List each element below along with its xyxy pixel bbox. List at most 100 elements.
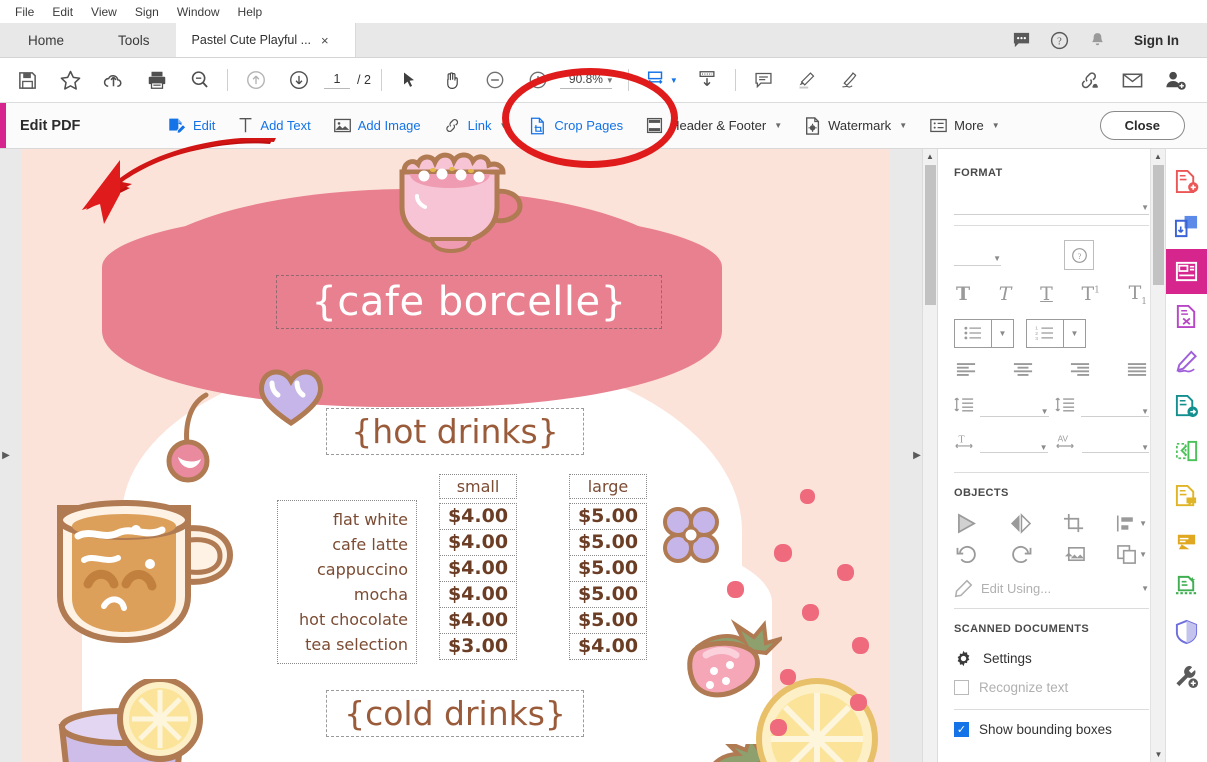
character-spacing-select[interactable]: ▼ bbox=[1081, 433, 1149, 453]
sign-in-button[interactable]: Sign In bbox=[1116, 33, 1193, 48]
rail-item-protect[interactable] bbox=[1166, 609, 1207, 654]
scan-settings-button[interactable]: Settings bbox=[954, 649, 1149, 668]
menu-item-help[interactable]: Help bbox=[229, 3, 272, 21]
zoom-search-icon[interactable] bbox=[178, 58, 221, 102]
viewer-scrollbar[interactable]: ▲ bbox=[922, 149, 937, 762]
arrange-icon[interactable]: ▼ bbox=[1116, 544, 1147, 565]
chevron-down-icon[interactable]: ▼ bbox=[1063, 319, 1085, 347]
save-icon[interactable] bbox=[6, 58, 49, 102]
email-icon[interactable] bbox=[1111, 58, 1154, 102]
tab-document[interactable]: Pastel Cute Playful ... × bbox=[175, 23, 356, 57]
more-button[interactable]: More ▼ bbox=[920, 112, 1009, 139]
format-panel-scrollbar[interactable]: ▲ ▼ bbox=[1150, 149, 1165, 762]
rotate-counterclockwise-icon[interactable] bbox=[956, 544, 979, 565]
link-button[interactable]: Link ▼ bbox=[434, 111, 517, 140]
zoom-out-icon[interactable] bbox=[474, 58, 517, 102]
replace-image-icon[interactable] bbox=[1063, 544, 1086, 565]
underline-T-icon[interactable]: T bbox=[1038, 283, 1055, 305]
star-icon[interactable] bbox=[49, 58, 92, 102]
paragraph-spacing-icon[interactable] bbox=[1054, 396, 1075, 418]
menu-item-file[interactable]: File bbox=[6, 3, 43, 21]
pdf-hot-drinks-heading[interactable]: {hot drinks} bbox=[326, 408, 584, 455]
page-number-input[interactable] bbox=[324, 71, 350, 89]
rail-item-fill-and-sign[interactable] bbox=[1166, 339, 1207, 384]
print-icon[interactable] bbox=[135, 58, 178, 102]
highlight-icon[interactable] bbox=[785, 58, 828, 102]
scroll-up-icon[interactable]: ▲ bbox=[1151, 149, 1165, 164]
menu-item-sign[interactable]: Sign bbox=[126, 3, 168, 21]
edit-using-button[interactable]: Edit Using... ▼ bbox=[954, 579, 1149, 598]
flip-horizontal-icon[interactable] bbox=[956, 513, 979, 534]
fit-page-caret-icon[interactable]: ▼ bbox=[670, 76, 678, 85]
zoom-dropdown-caret-icon[interactable]: ▼ bbox=[606, 76, 614, 85]
bell-icon[interactable] bbox=[1078, 23, 1116, 58]
numbered-list-control[interactable]: 123 ▼ bbox=[1026, 318, 1086, 348]
rail-item-edit-pdf[interactable] bbox=[1165, 249, 1207, 294]
horizontal-scale-select[interactable]: ▼ bbox=[980, 433, 1048, 453]
rail-item-more-tools[interactable] bbox=[1166, 654, 1207, 699]
scrollbar-thumb[interactable] bbox=[1153, 165, 1164, 285]
comment-icon[interactable] bbox=[1002, 23, 1040, 58]
line-spacing-icon[interactable] bbox=[954, 396, 974, 418]
checkbox-icon[interactable] bbox=[954, 679, 969, 695]
menu-large-price-column[interactable]: large $5.00 $5.00 $5.00 $5.00 $5.00 $4.0… bbox=[569, 474, 647, 664]
close-tab-icon[interactable]: × bbox=[321, 34, 329, 47]
horizontal-scale-icon[interactable]: T bbox=[954, 432, 974, 454]
close-button[interactable]: Close bbox=[1099, 111, 1185, 140]
zoom-in-icon[interactable] bbox=[517, 58, 560, 102]
header-footer-button[interactable]: Header & Footer ▼ bbox=[636, 111, 791, 140]
document-viewer[interactable]: ▶ {cafe borcelle} {hot drinks} {cold dri… bbox=[0, 149, 937, 762]
rotate-clockwise-icon[interactable] bbox=[1009, 544, 1032, 565]
select-cursor-icon[interactable] bbox=[388, 58, 431, 102]
zoom-level-input[interactable] bbox=[559, 71, 612, 89]
help-icon[interactable]: ? bbox=[1040, 23, 1078, 58]
pdf-cafe-title[interactable]: {cafe borcelle} bbox=[276, 275, 662, 329]
show-bounding-boxes-checkbox[interactable]: ✓ Show bounding boxes bbox=[954, 721, 1149, 737]
scroll-mode-icon[interactable] bbox=[686, 58, 729, 102]
align-left-icon[interactable] bbox=[956, 362, 976, 382]
draw-icon[interactable] bbox=[828, 58, 871, 102]
next-page-icon[interactable] bbox=[277, 58, 320, 102]
paragraph-spacing-select[interactable]: ▼ bbox=[1080, 397, 1149, 417]
rail-item-organize-pages[interactable] bbox=[1166, 294, 1207, 339]
share-link-icon[interactable] bbox=[1068, 58, 1111, 102]
scroll-down-icon[interactable]: ▼ bbox=[1151, 747, 1165, 762]
recognize-text-checkbox[interactable]: Recognize text bbox=[954, 679, 1149, 695]
align-objects-icon[interactable]: ▼ bbox=[1116, 513, 1147, 534]
rail-item-create-pdf[interactable] bbox=[1166, 159, 1207, 204]
add-comment-icon[interactable] bbox=[742, 58, 785, 102]
right-panel-toggle[interactable]: ▶ bbox=[912, 441, 922, 471]
crop-icon[interactable] bbox=[1063, 513, 1086, 534]
add-text-button[interactable]: Add Text bbox=[228, 111, 319, 140]
superscript-T-icon[interactable]: T1 bbox=[1079, 283, 1101, 305]
rail-item-scan-and-ocr[interactable] bbox=[1166, 564, 1207, 609]
help-circle-icon[interactable]: ? bbox=[1064, 240, 1094, 270]
bullet-list-control[interactable]: ▼ bbox=[954, 318, 1014, 348]
rail-item-compress-pdf[interactable] bbox=[1166, 429, 1207, 474]
character-spacing-icon[interactable]: AV bbox=[1054, 432, 1076, 454]
menu-item-view[interactable]: View bbox=[82, 3, 126, 21]
bullet-list-icon[interactable] bbox=[955, 320, 991, 347]
menu-item-window[interactable]: Window bbox=[168, 3, 229, 21]
watermark-button[interactable]: Watermark ▼ bbox=[795, 111, 916, 141]
tab-home[interactable]: Home bbox=[0, 23, 92, 57]
menu-small-price-column[interactable]: small $4.00 $4.00 $4.00 $4.00 $4.00 $3.0… bbox=[439, 474, 517, 664]
align-center-icon[interactable] bbox=[1013, 362, 1033, 382]
bold-T-icon[interactable]: T bbox=[954, 283, 972, 305]
scrollbar-thumb[interactable] bbox=[925, 165, 936, 305]
pdf-cold-drinks-heading[interactable]: {cold drinks} bbox=[326, 690, 584, 737]
upload-cloud-icon[interactable] bbox=[92, 58, 135, 102]
font-family-select[interactable]: ▼ bbox=[954, 193, 1149, 215]
rail-item-send-for-signature[interactable] bbox=[1166, 384, 1207, 429]
checkbox-checked-icon[interactable]: ✓ bbox=[954, 721, 969, 737]
align-right-icon[interactable] bbox=[1070, 362, 1090, 382]
menu-item-edit[interactable]: Edit bbox=[43, 3, 82, 21]
font-size-select[interactable]: ▼ bbox=[954, 244, 1001, 266]
flip-vertical-icon[interactable] bbox=[1009, 512, 1032, 534]
previous-page-icon[interactable] bbox=[234, 58, 277, 102]
numbered-list-icon[interactable]: 123 bbox=[1027, 320, 1063, 347]
menu-item-names-column[interactable]: flat white cafe latte cappuccino mocha h… bbox=[277, 474, 417, 664]
tab-tools[interactable]: Tools bbox=[92, 23, 176, 57]
align-justify-icon[interactable] bbox=[1127, 362, 1147, 382]
rail-item-stamp[interactable] bbox=[1166, 519, 1207, 564]
